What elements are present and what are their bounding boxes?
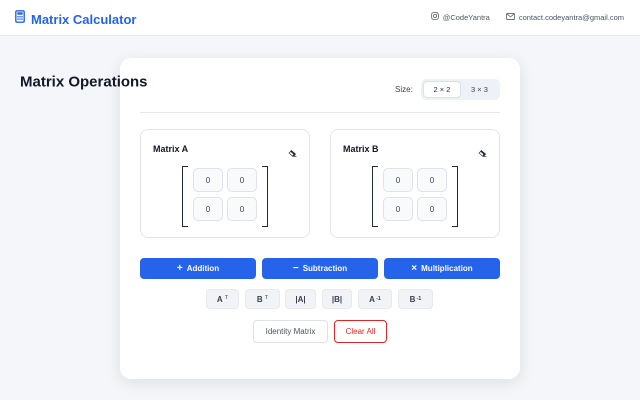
right-bracket xyxy=(452,166,458,227)
multiplication-label: Multiplication xyxy=(421,264,473,273)
plus-icon: + xyxy=(176,262,183,274)
b-inverse-base: B xyxy=(409,294,416,304)
left-bracket xyxy=(372,166,378,227)
b-inverse-sup: -1 xyxy=(416,296,422,302)
instagram-link[interactable]: @CodeYantra xyxy=(430,12,490,22)
matrix-a-panel: Matrix A 0 0 0 0 xyxy=(140,129,310,238)
b-transpose-sup: T xyxy=(264,295,269,301)
matrix-b-cell-1-1[interactable]: 0 xyxy=(383,168,413,192)
size-label: Size: xyxy=(395,85,413,94)
top-bar: Matrix Calculator @CodeYantra contact.co… xyxy=(0,0,640,36)
addition-label: Addition xyxy=(186,264,220,273)
eraser-icon[interactable] xyxy=(288,144,297,162)
divider xyxy=(140,112,500,113)
calculator-icon xyxy=(15,10,25,28)
right-bracket xyxy=(262,166,268,227)
identity-matrix-button[interactable]: Identity Matrix xyxy=(253,320,328,343)
matrix-a-cell-2-2[interactable]: 0 xyxy=(227,197,257,221)
multiplication-button[interactable]: × Multiplication xyxy=(384,258,500,279)
eraser-icon[interactable] xyxy=(478,144,487,162)
matrix-a-cell-1-1[interactable]: 0 xyxy=(193,168,223,192)
b-transpose-base: B xyxy=(256,294,263,304)
b-inverse-button[interactable]: B -1 xyxy=(398,289,433,309)
a-inverse-base: A xyxy=(369,294,375,304)
subtraction-button[interactable]: − Subtraction xyxy=(262,258,378,279)
size-toggle: 2 × 2 3 × 3 xyxy=(421,79,500,100)
det-a-button[interactable]: |A| xyxy=(285,289,316,309)
b-transpose-button[interactable]: BT xyxy=(245,289,280,309)
contact-links: @CodeYantra contact.codeyantra@gmail.com xyxy=(430,12,624,22)
minus-icon: − xyxy=(292,262,299,274)
matrix-a-cell-2-1[interactable]: 0 xyxy=(193,197,223,221)
app-title: Matrix Calculator xyxy=(31,11,137,27)
matrix-b-panel: Matrix B 0 0 0 0 xyxy=(330,129,500,238)
a-transpose-base: A xyxy=(216,294,223,304)
a-transpose-sup: T xyxy=(224,295,229,301)
matrix-b-cell-2-1[interactable]: 0 xyxy=(383,197,413,221)
left-bracket xyxy=(182,166,188,227)
email-address: contact.codeyantra@gmail.com xyxy=(518,12,624,22)
matrix-b-cell-2-2[interactable]: 0 xyxy=(417,197,447,221)
matrix-b-cell-1-2[interactable]: 0 xyxy=(417,168,447,192)
card-title: Matrix Operations xyxy=(20,73,148,91)
addition-button[interactable]: + Addition xyxy=(140,258,256,279)
size-2x2-button[interactable]: 2 × 2 xyxy=(423,81,461,98)
mail-icon xyxy=(505,12,515,22)
clear-all-button[interactable]: Clear All xyxy=(334,320,387,343)
matrix-b-title: Matrix B xyxy=(343,144,379,154)
size-3x3-button[interactable]: 3 × 3 xyxy=(461,81,498,98)
multiply-icon: × xyxy=(411,262,418,274)
matrix-a-cell-1-2[interactable]: 0 xyxy=(227,168,257,192)
email-link[interactable]: contact.codeyantra@gmail.com xyxy=(505,12,624,22)
instagram-handle: @CodeYantra xyxy=(442,12,490,22)
a-inverse-sup: -1 xyxy=(375,296,381,302)
instagram-icon xyxy=(430,12,439,22)
subtraction-label: Subtraction xyxy=(302,264,348,273)
det-b-button[interactable]: |B| xyxy=(322,289,352,309)
brand[interactable]: Matrix Calculator xyxy=(15,10,136,28)
a-inverse-button[interactable]: A -1 xyxy=(358,289,392,309)
a-transpose-button[interactable]: AT xyxy=(206,289,239,309)
matrix-a-title: Matrix A xyxy=(153,144,189,154)
